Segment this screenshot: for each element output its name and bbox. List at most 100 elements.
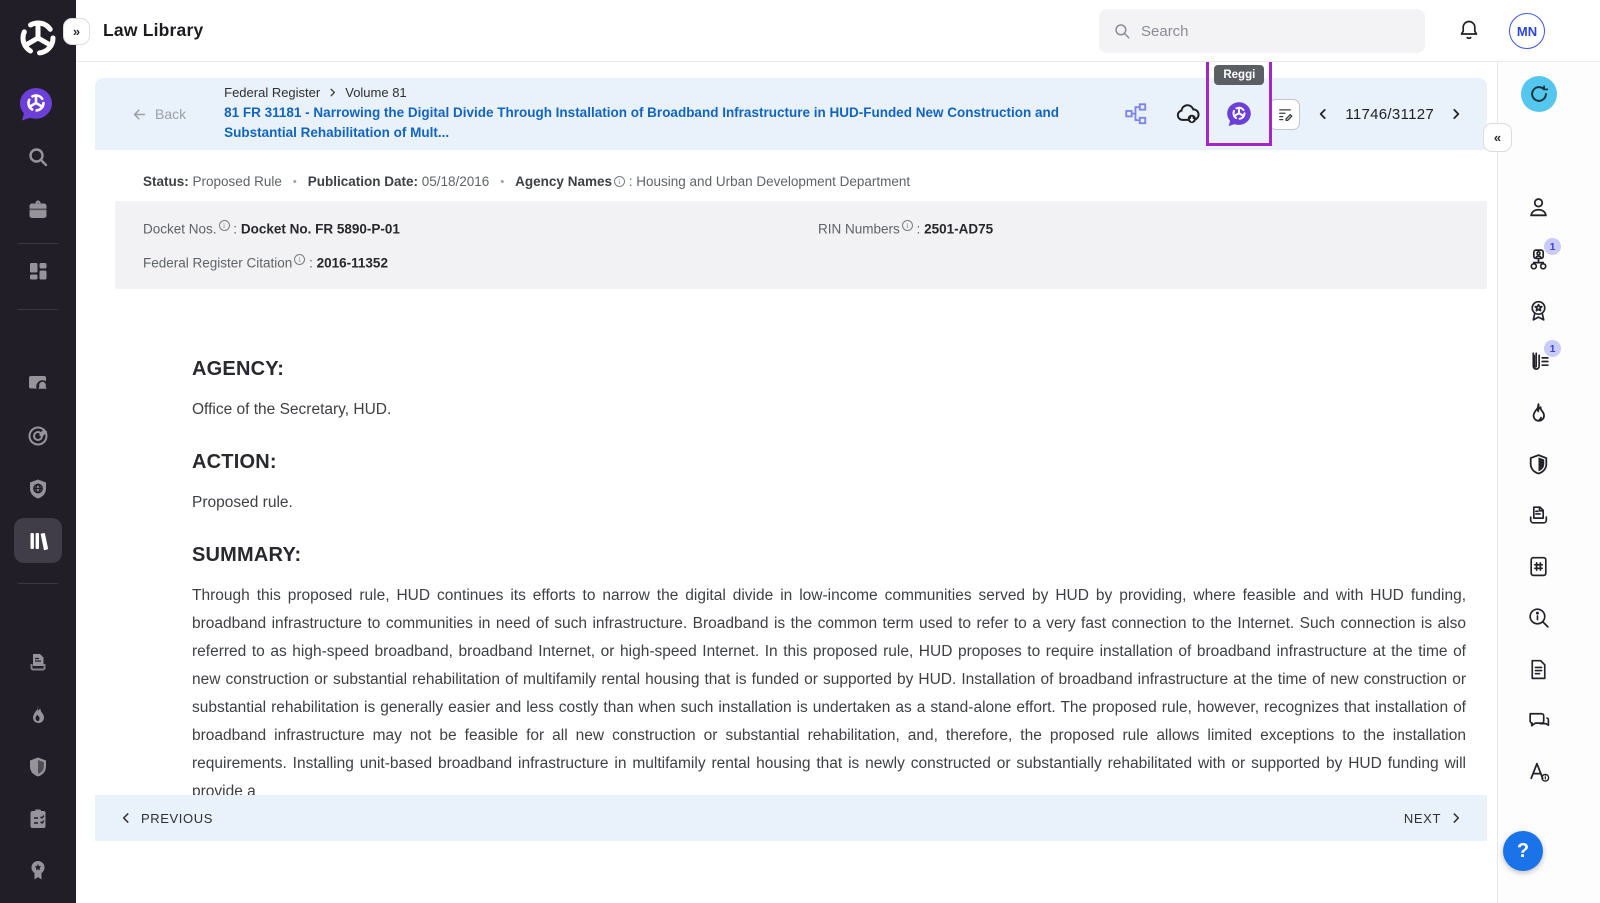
- sidebar-expand-button[interactable]: »: [63, 18, 90, 45]
- reggi-icon: [1225, 100, 1253, 128]
- related-documents-button[interactable]: [1123, 101, 1149, 127]
- sidebar-item-briefcase[interactable]: [26, 198, 50, 222]
- section-text: Office of the Secretary, HUD.: [192, 396, 1466, 424]
- sidebar-item-certifications[interactable]: [26, 858, 50, 882]
- sidebar-item-search[interactable]: [26, 145, 50, 169]
- citation-label: Federal Register Citation: [143, 255, 292, 270]
- breadcrumb-federal-register[interactable]: Federal Register: [224, 85, 320, 100]
- comments-panel-button[interactable]: [1526, 707, 1552, 733]
- left-sidebar: »: [0, 0, 76, 903]
- rin-number-label: RIN Numbers: [818, 222, 900, 237]
- document-header-bar: Back Federal Register Volume 81 81 FR 31…: [95, 78, 1487, 150]
- font-info-icon: [1526, 759, 1551, 784]
- flame-panel-button[interactable]: [1526, 400, 1552, 426]
- sidebar-item-card-alerts[interactable]: [26, 371, 50, 395]
- document-title-link[interactable]: 81 FR 31181 - Narrowing the Digital Divi…: [224, 103, 1123, 143]
- sidebar-item-shield-globe[interactable]: [26, 477, 50, 501]
- app-logo-icon: [14, 14, 62, 62]
- info-icon[interactable]: i: [294, 254, 305, 265]
- document-body: AGENCY: Office of the Secretary, HUD. AC…: [192, 358, 1466, 806]
- reggi-assistant-button[interactable]: [1225, 100, 1253, 128]
- sidebar-divider: [18, 309, 58, 310]
- hierarchy-icon: [1123, 101, 1149, 127]
- breadcrumb: Federal Register Volume 81: [224, 85, 1123, 100]
- info-icon[interactable]: i: [219, 220, 230, 231]
- next-button[interactable]: NEXT: [1404, 811, 1463, 826]
- agency-colon: :: [629, 174, 633, 189]
- publication-date-value: 05/18/2016: [422, 174, 490, 189]
- status-value: Proposed Rule: [193, 174, 282, 189]
- section-agency: AGENCY: Office of the Secretary, HUD.: [192, 358, 1466, 424]
- sidebar-divider: [18, 243, 58, 244]
- search-info-icon: [1526, 605, 1551, 630]
- back-label: Back: [155, 106, 186, 122]
- user-avatar[interactable]: MN: [1509, 13, 1545, 49]
- publication-date-label: Publication Date:: [308, 174, 418, 189]
- inspect-panel-button[interactable]: [1526, 604, 1552, 630]
- history-button[interactable]: [1521, 76, 1557, 112]
- main-region: Law Library MN Back: [76, 0, 1600, 903]
- docket-number-field: Docket Nos.i : Docket No. FR 5890-P-01: [143, 220, 818, 237]
- next-document-chevron[interactable]: [1447, 105, 1465, 123]
- section-text: Through this proposed rule, HUD continue…: [192, 582, 1466, 806]
- sidebar-item-clipboard[interactable]: [26, 807, 50, 831]
- section-summary: SUMMARY: Through this proposed rule, HUD…: [192, 544, 1466, 806]
- sidebar-collapse-button[interactable]: «: [1483, 123, 1512, 152]
- search-icon: [1113, 22, 1131, 40]
- section-heading: ACTION:: [192, 451, 1466, 474]
- sidebar-item-goals[interactable]: [26, 424, 50, 448]
- info-icon[interactable]: i: [614, 176, 625, 187]
- notifications-button[interactable]: [1456, 18, 1482, 44]
- chevron-left-icon: [119, 811, 133, 825]
- breadcrumb-volume[interactable]: Volume 81: [345, 85, 406, 100]
- status-label: Status:: [143, 174, 189, 189]
- note-edit-icon: [1276, 105, 1294, 123]
- document-pagination: 11746/31127: [1314, 105, 1465, 123]
- docket-number-value: Docket No. FR 5890-P-01: [241, 222, 400, 237]
- org-people-panel-button[interactable]: 1: [1526, 246, 1552, 272]
- previous-document-chevron[interactable]: [1314, 105, 1332, 123]
- text-document-panel-button[interactable]: [1526, 656, 1552, 682]
- chevron-right-icon: [1449, 811, 1463, 825]
- document-pager-bar: PREVIOUS NEXT: [95, 795, 1487, 841]
- award-panel-button[interactable]: [1526, 297, 1552, 323]
- sidebar-item-shield[interactable]: [26, 755, 50, 779]
- shield-panel-button[interactable]: [1526, 451, 1552, 477]
- help-button[interactable]: ?: [1503, 831, 1543, 871]
- people-panel-button[interactable]: [1526, 194, 1552, 220]
- info-icon[interactable]: i: [902, 220, 913, 231]
- sidebar-item-law-library[interactable]: [14, 518, 62, 563]
- search-input[interactable]: [1141, 23, 1411, 40]
- reggi-tooltip: Reggi: [1214, 65, 1264, 85]
- back-button[interactable]: Back: [131, 106, 186, 123]
- rin-number-value: 2501-AD75: [924, 222, 993, 237]
- sections-panel-button[interactable]: [1526, 553, 1552, 579]
- attachments-panel-button[interactable]: 1: [1526, 348, 1552, 374]
- right-sidebar: « 1 1: [1497, 62, 1600, 903]
- rin-number-field: RIN Numbersi : 2501-AD75: [818, 220, 1459, 237]
- bullet-separator: •: [293, 176, 297, 188]
- sidebar-item-flame[interactable]: [26, 703, 50, 727]
- download-button[interactable]: [1174, 100, 1202, 128]
- sidebar-item-reggi-assistant[interactable]: [17, 85, 55, 123]
- notes-button[interactable]: [1269, 99, 1300, 130]
- bullet-separator: •: [500, 176, 504, 188]
- document-icon: [1526, 657, 1551, 682]
- sidebar-item-documents[interactable]: [26, 651, 50, 675]
- citation-field: Federal Register Citationi : 2016-11352: [143, 254, 818, 271]
- chevron-right-icon: [327, 87, 338, 98]
- sidebar-item-dashboard[interactable]: [26, 259, 50, 283]
- previous-button[interactable]: PREVIOUS: [119, 811, 213, 826]
- person-icon: [1526, 195, 1551, 220]
- document-tray-panel-button[interactable]: [1526, 502, 1552, 528]
- chevron-right-icon: [1449, 107, 1463, 121]
- global-search[interactable]: [1099, 9, 1425, 53]
- pagination-counter: 11746/31127: [1345, 106, 1434, 123]
- document-tray-icon: [1526, 503, 1551, 528]
- shield-icon: [1526, 452, 1551, 477]
- document-toolbar: Reggi 1174: [1123, 99, 1487, 130]
- history-icon: [1528, 83, 1550, 105]
- content-region: Back Federal Register Volume 81 81 FR 31…: [76, 62, 1600, 903]
- definitions-panel-button[interactable]: [1526, 758, 1552, 784]
- flame-icon: [1526, 401, 1551, 426]
